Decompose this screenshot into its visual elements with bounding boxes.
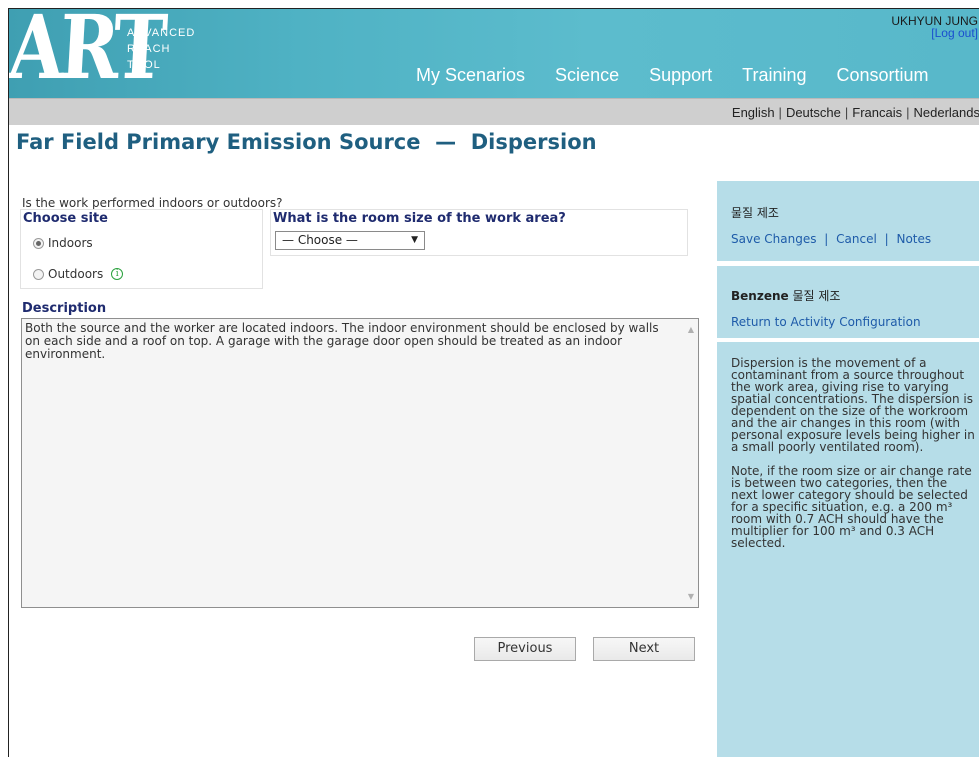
logout-link[interactable]: [Log out] — [891, 27, 978, 39]
site-question: Is the work performed indoors or outdoor… — [22, 196, 283, 210]
action-separator: | — [880, 232, 893, 246]
lang-english[interactable]: English — [732, 105, 775, 120]
user-box: UKHYUN JUNG [Log out] — [891, 15, 978, 39]
logo-subtitle: ADVANCED REACH TOOL — [127, 25, 195, 73]
chevron-down-icon: ▼ — [411, 235, 418, 245]
substance-panel: Benzene 물질 제조 Return to Activity Configu… — [717, 266, 979, 338]
header: ART ADVANCED REACH TOOL UKHYUN JUNG [Log… — [9, 9, 979, 98]
substance-title: Benzene 물질 제조 — [731, 287, 840, 304]
indoors-label[interactable]: Indoors — [48, 236, 93, 250]
description-label: Description — [22, 301, 107, 316]
lang-deutsche[interactable]: Deutsche — [786, 105, 841, 120]
lang-separator: | — [844, 105, 849, 120]
nav-my-scenarios[interactable]: My Scenarios — [416, 65, 525, 86]
nav-science[interactable]: Science — [555, 65, 619, 86]
lang-separator: | — [778, 105, 782, 120]
save-changes-link[interactable]: Save Changes — [731, 232, 816, 246]
main-nav: My Scenarios Science Support Training Co… — [416, 65, 959, 86]
page-title: Far Field Primary Emission Source — Disp… — [16, 130, 597, 154]
indoors-option[interactable]: Indoors — [33, 236, 93, 250]
info-icon[interactable]: i — [111, 268, 124, 280]
lang-nederlands[interactable]: Nederlands — [914, 105, 979, 120]
logo-line-tool: TOOL — [127, 59, 161, 71]
help-panel: Dispersion is the movement of a contamin… — [717, 342, 979, 757]
logo-line-advanced: ADVANCED — [127, 27, 196, 39]
substance-activity: 물질 제조 — [788, 289, 841, 303]
description-textarea[interactable]: Both the source and the worker are locat… — [21, 318, 699, 608]
help-paragraph: Dispersion is the movement of a contamin… — [731, 356, 975, 454]
choose-site-group: Choose site Indoors Outdoors i — [20, 209, 263, 289]
previous-button[interactable]: Previous — [474, 637, 576, 661]
next-button[interactable]: Next — [593, 637, 695, 661]
substance-name: Benzene — [731, 289, 789, 303]
room-size-select[interactable]: — Choose — ▼ — [275, 231, 425, 250]
page-frame: ART ADVANCED REACH TOOL UKHYUN JUNG [Log… — [8, 8, 979, 757]
language-links: English | Deutsche | Francais | Nederlands — [732, 105, 979, 120]
notes-link[interactable]: Notes — [896, 232, 931, 246]
indoors-radio[interactable] — [33, 237, 44, 249]
scenario-panel: 물질 제조 Save Changes | Cancel | Notes — [717, 181, 979, 261]
lang-francais[interactable]: Francais — [852, 105, 902, 120]
outdoors-option[interactable]: Outdoors i — [33, 267, 124, 281]
language-bar: English | Deutsche | Francais | Nederlands — [9, 98, 979, 125]
scenario-title: 물질 제조 — [731, 206, 779, 220]
nav-support[interactable]: Support — [649, 65, 712, 86]
nav-training[interactable]: Training — [742, 65, 806, 86]
help-paragraph: Note, if the room size or air change rat… — [731, 464, 972, 550]
action-separator: | — [820, 232, 833, 246]
choose-site-label: Choose site — [23, 211, 108, 226]
nav-consortium[interactable]: Consortium — [837, 65, 929, 86]
cancel-link[interactable]: Cancel — [836, 232, 877, 246]
lang-separator: | — [906, 105, 910, 120]
scroll-down-icon[interactable]: ▼ — [688, 590, 694, 603]
return-link[interactable]: Return to Activity Configuration — [731, 315, 921, 329]
logo-line-reach: REACH — [127, 43, 171, 55]
room-size-value: — Choose — — [282, 233, 358, 247]
outdoors-label[interactable]: Outdoors — [48, 267, 103, 281]
scenario-actions: Save Changes | Cancel | Notes — [731, 232, 931, 246]
scroll-up-icon[interactable]: ▲ — [688, 323, 694, 336]
room-size-group: What is the room size of the work area? … — [270, 209, 688, 256]
outdoors-radio[interactable] — [33, 268, 44, 280]
description-text: Both the source and the worker are locat… — [25, 321, 659, 361]
help-text: Dispersion is the movement of a contamin… — [731, 357, 976, 561]
room-size-label: What is the room size of the work area? — [273, 211, 566, 226]
